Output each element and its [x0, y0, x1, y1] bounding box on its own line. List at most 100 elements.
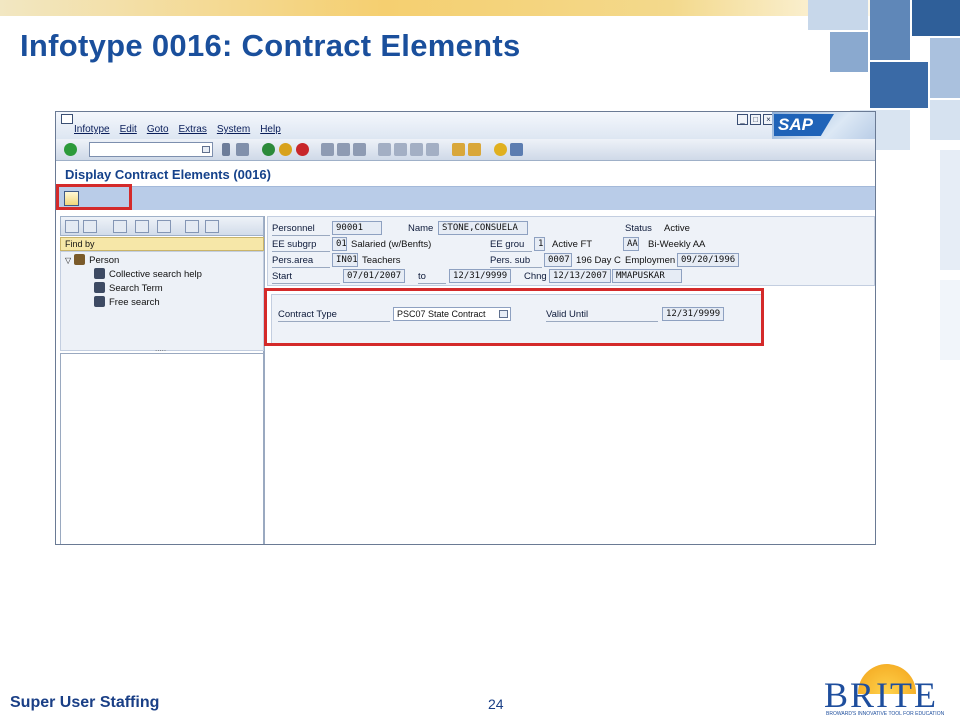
screen-title: Display Contract Elements (0016): [65, 167, 271, 182]
search-tree: ▽ Person Collective search help Search Te…: [60, 251, 264, 353]
changed-label: Chng: [524, 271, 547, 282]
payroll-area-code: AA: [623, 237, 639, 251]
command-field[interactable]: [89, 142, 213, 157]
help-icon[interactable]: [494, 143, 507, 156]
next-arrow-icon[interactable]: [83, 220, 97, 233]
find-next-icon[interactable]: [353, 143, 366, 156]
menu-items: Infotype Edit Goto Extras System Help: [74, 124, 291, 135]
pers-area-code: IN01: [332, 253, 358, 267]
menu-bar: Infotype Edit Goto Extras System Help _ …: [56, 112, 875, 139]
collapse-triangle-icon[interactable]: ▽: [65, 256, 71, 265]
tree-item-label: Free search: [109, 297, 160, 308]
shortcut-icon[interactable]: [468, 143, 481, 156]
pers-area-text: Teachers: [362, 255, 401, 266]
name-label: Name: [408, 223, 434, 234]
print-icon[interactable]: [321, 143, 334, 156]
deselect-icon[interactable]: [135, 220, 149, 233]
ee-subgroup-label: EE subgrp: [272, 239, 330, 252]
collapse-icon[interactable]: [205, 220, 219, 233]
select-icon[interactable]: [113, 220, 127, 233]
to-label: to: [418, 271, 446, 284]
start-date-field: 07/01/2007: [343, 269, 405, 283]
window-controls: _ □ ×: [737, 114, 774, 125]
tree-item-label: Search Term: [109, 283, 163, 294]
employee-name-field: STONE,CONSUELA: [438, 221, 528, 235]
ee-group-label: EE grou: [490, 239, 532, 252]
personnel-number-field: 90001: [332, 221, 382, 235]
status-value: Active: [664, 223, 690, 234]
payroll-area-text: Bi-Weekly AA: [648, 239, 706, 250]
next-page-icon[interactable]: [410, 143, 423, 156]
menu-edit[interactable]: Edit: [120, 124, 137, 135]
splitter-handle[interactable]: .....: [155, 344, 166, 353]
highlight-contract-block: [264, 288, 764, 346]
cancel-icon[interactable]: [296, 143, 309, 156]
exit-icon[interactable]: [279, 143, 292, 156]
footer-title: Super User Staffing: [10, 694, 160, 711]
layout-icon[interactable]: [510, 143, 523, 156]
enter-icon[interactable]: [64, 143, 77, 156]
back-icon[interactable]: [262, 143, 275, 156]
sap-logo-text: SAP: [778, 115, 813, 134]
tree-item-label: Collective search help: [109, 269, 202, 280]
last-page-icon[interactable]: [426, 143, 439, 156]
menu-system[interactable]: System: [217, 124, 250, 135]
people-icon: [74, 254, 86, 265]
find-by-header: Find by: [60, 237, 264, 251]
highlight-overview-button: [56, 184, 132, 210]
pers-subarea-label: Pers. sub: [490, 255, 542, 268]
menu-extras[interactable]: Extras: [179, 124, 207, 135]
app-menu-icon[interactable]: [61, 114, 73, 124]
changed-date-field: 12/13/2007: [549, 269, 611, 283]
back-history-icon[interactable]: [222, 143, 230, 156]
sap-window: Infotype Edit Goto Extras System Help _ …: [55, 111, 876, 545]
pers-area-label: Pers.area: [272, 255, 330, 268]
tree-item-search-term[interactable]: Search Term: [94, 282, 163, 294]
expand-icon[interactable]: [185, 220, 199, 233]
save-icon[interactable]: [236, 143, 249, 156]
new-session-icon[interactable]: [452, 143, 465, 156]
minimize-icon[interactable]: _: [737, 114, 748, 125]
tree-node-label: Person: [89, 255, 120, 266]
employment-label: Employmen: [625, 255, 676, 266]
slide-title: Infotype 0016: Contract Elements: [20, 28, 521, 63]
binoculars-icon: [94, 282, 105, 293]
binoculars-icon: [94, 296, 105, 307]
ee-group-text: Active FT: [552, 239, 593, 250]
tree-node-person[interactable]: ▽ Person: [65, 254, 119, 266]
brite-logo: BRITE BROWARD'S INNOVATIVE TOOL FOR EDUC…: [818, 660, 956, 718]
maximize-icon[interactable]: □: [750, 114, 761, 125]
binoculars-icon: [94, 268, 105, 279]
brite-tagline: BROWARD'S INNOVATIVE TOOL FOR EDUCATION: [826, 711, 945, 717]
pers-subarea-text: 196 Day C: [576, 255, 621, 266]
command-dropdown-icon[interactable]: [202, 146, 210, 153]
tree-item-collective-search[interactable]: Collective search help: [94, 268, 202, 280]
find-icon[interactable]: [337, 143, 350, 156]
status-label: Status: [625, 223, 652, 234]
pers-subarea-code: 0007: [544, 253, 572, 267]
employee-header: Personnel 90001 Name STONE,CONSUELA Stat…: [267, 216, 875, 286]
menu-help[interactable]: Help: [260, 124, 281, 135]
start-label: Start: [272, 271, 340, 284]
menu-infotype[interactable]: Infotype: [74, 124, 110, 135]
end-date-field: 12/31/9999: [449, 269, 511, 283]
ee-subgroup-code: 01: [332, 237, 347, 251]
brite-logo-text: BRITE: [824, 675, 938, 715]
object-manager-pane: Find by ▽ Person Collective search help S…: [59, 216, 265, 544]
tree-item-free-search[interactable]: Free search: [94, 296, 160, 308]
hit-list-area: [60, 353, 264, 544]
first-page-icon[interactable]: [378, 143, 391, 156]
copy-icon[interactable]: [157, 220, 171, 233]
previous-page-icon[interactable]: [394, 143, 407, 156]
menu-goto[interactable]: Goto: [147, 124, 169, 135]
ee-subgroup-text: Salaried (w/Benfts): [351, 239, 432, 250]
employment-date-field: 09/20/1996: [677, 253, 739, 267]
object-manager-toolbar: [60, 216, 264, 236]
page-number: 24: [488, 696, 504, 712]
prev-arrow-icon[interactable]: [65, 220, 79, 233]
personnel-label: Personnel: [272, 223, 330, 236]
sap-logo: SAP: [772, 112, 875, 139]
application-toolbar: [56, 186, 875, 210]
screen-title-bar: Display Contract Elements (0016): [56, 161, 875, 186]
changed-by-field: MMAPUSKAR: [612, 269, 682, 283]
